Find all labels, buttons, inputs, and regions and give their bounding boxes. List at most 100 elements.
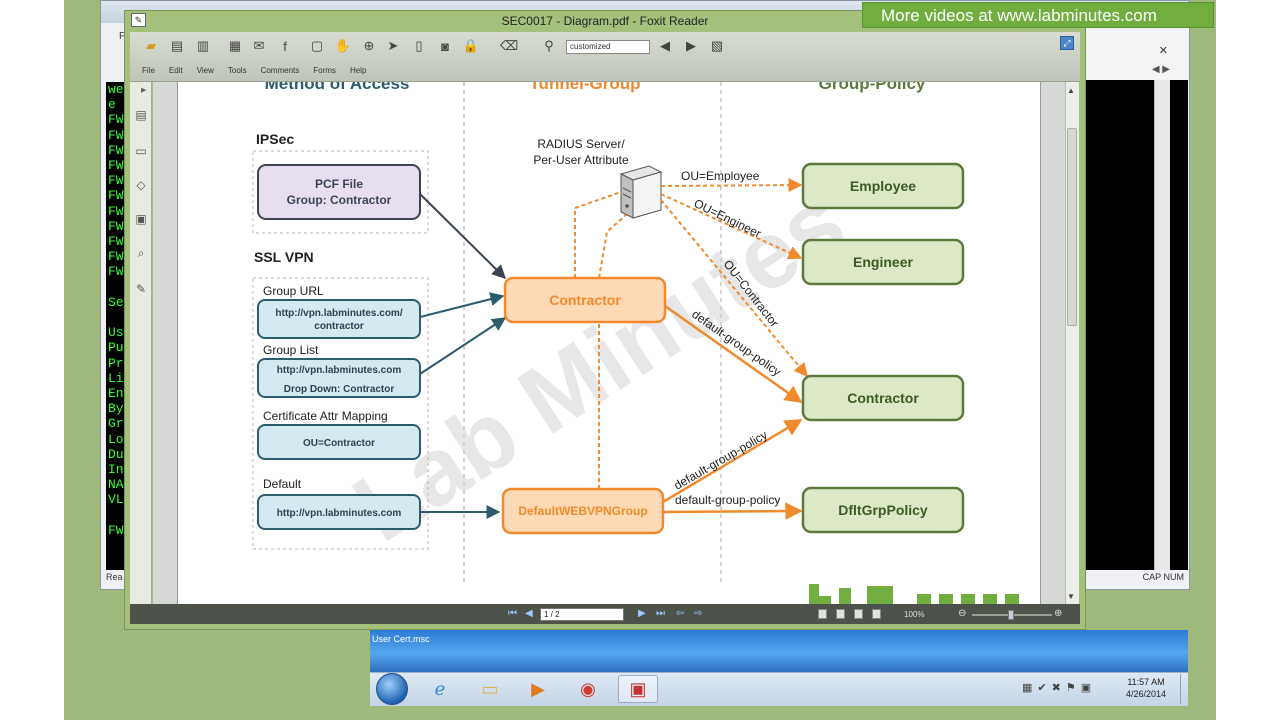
find-icon[interactable]: ⚲ bbox=[540, 37, 558, 55]
ie-icon: ℯ bbox=[434, 679, 446, 699]
start-button[interactable] bbox=[376, 673, 408, 705]
menu-comments[interactable]: Comments bbox=[261, 66, 300, 75]
continuous-facing-icon[interactable] bbox=[872, 609, 881, 619]
group-list-line1: http://vpn.labminutes.com bbox=[277, 365, 402, 376]
menu-bar: File Edit View Tools Comments Forms Help bbox=[142, 66, 366, 75]
cert-mapping-value: OU=Contractor bbox=[303, 438, 375, 449]
save-icon[interactable]: ▤ bbox=[168, 37, 186, 55]
lower-window[interactable] bbox=[370, 630, 1188, 672]
group-list-line2: Drop Down: Contractor bbox=[284, 384, 395, 395]
scroll-down-icon[interactable]: ▼ bbox=[1067, 592, 1075, 601]
restore-window-icon[interactable]: ⤢ bbox=[1060, 36, 1074, 50]
zoom-out-icon[interactable]: ⊖ bbox=[958, 608, 966, 619]
zoom-in-icon[interactable]: ⊕ bbox=[1054, 608, 1062, 619]
navigation-pane bbox=[130, 82, 152, 604]
menu-help[interactable]: Help bbox=[350, 66, 366, 75]
screen-icon[interactable]: ▢ bbox=[308, 37, 326, 55]
menu-view[interactable]: View bbox=[197, 66, 214, 75]
taskbar-toolbox-button[interactable]: ▣ bbox=[618, 675, 658, 703]
comments-icon[interactable]: ▣ bbox=[134, 212, 148, 226]
previous-view-icon[interactable]: ◀ bbox=[656, 37, 674, 55]
taskbar-ie-button[interactable]: ℯ bbox=[420, 675, 460, 703]
previous-page-icon[interactable]: ◀ bbox=[525, 608, 533, 619]
zoom-slider-knob[interactable] bbox=[1008, 610, 1014, 620]
taskbar-media-button[interactable]: ▶ bbox=[518, 675, 558, 703]
policy-dflt-label: DfltGrpPolicy bbox=[838, 502, 928, 518]
menu-edit[interactable]: Edit bbox=[169, 66, 183, 75]
print-preview-icon[interactable]: ▥ bbox=[194, 37, 212, 55]
header-tunnel-group: Tunnel-Group bbox=[529, 82, 640, 93]
tunnel-group-default-label: DefaultWEBVPNGroup bbox=[518, 504, 647, 518]
default-dgp-dflt-arrow bbox=[662, 502, 803, 520]
last-page-icon[interactable]: ⏭ bbox=[656, 608, 665, 619]
document-properties-icon[interactable]: ▧ bbox=[708, 37, 726, 55]
default-label: Default bbox=[263, 477, 302, 491]
forward-arrow-icon[interactable]: ⇨ bbox=[694, 608, 702, 619]
chrome-icon: ◉ bbox=[580, 679, 596, 699]
network-diagram: Method of Access Tunnel-Group Group-Poli… bbox=[252, 82, 1019, 604]
select-arrow-icon[interactable]: ➤ bbox=[384, 37, 402, 55]
eraser-icon[interactable]: ⌫ bbox=[500, 37, 518, 55]
zoom-input[interactable]: customized bbox=[566, 40, 650, 54]
group-list-label: Group List bbox=[263, 343, 319, 357]
print-icon[interactable]: ▦ bbox=[226, 37, 244, 55]
header-group-policy: Group-Policy bbox=[819, 82, 926, 93]
sslvpn-heading: SSL VPN bbox=[254, 249, 314, 265]
menu-tools[interactable]: Tools bbox=[228, 66, 247, 75]
next-page-icon[interactable]: ▶ bbox=[638, 608, 646, 619]
hand-tool-icon[interactable]: ✋ bbox=[334, 37, 352, 55]
text-select-icon[interactable]: ▯ bbox=[410, 37, 428, 55]
promo-banner: More videos at www.labminutes.com bbox=[862, 2, 1214, 28]
scroll-up-icon[interactable]: ▲ bbox=[1067, 86, 1075, 95]
ou-employee-label: OU=Employee bbox=[681, 169, 760, 183]
background-window-toolbar: ✕ ◀ ▶ bbox=[1084, 30, 1188, 80]
page-number-input[interactable]: 1 / 2 bbox=[540, 608, 624, 621]
group-url-box bbox=[257, 299, 421, 339]
folder-icon: ▭ bbox=[481, 679, 499, 699]
facebook-icon[interactable]: f bbox=[276, 37, 294, 55]
group-url-line2: contractor bbox=[314, 321, 364, 332]
contractor-radius-link bbox=[574, 191, 622, 278]
nav-arrows-icon[interactable]: ◀ ▶ bbox=[1152, 64, 1170, 75]
single-page-icon[interactable] bbox=[818, 609, 827, 619]
radius-label-line2: Per-User Attribute bbox=[533, 153, 629, 167]
scrollbar-thumb[interactable] bbox=[1067, 128, 1077, 326]
bookmarks-icon[interactable]: ▤ bbox=[134, 108, 148, 122]
first-page-icon[interactable]: ⏮ bbox=[508, 608, 517, 619]
clock-time: 11:57 AM bbox=[1127, 677, 1165, 687]
show-desktop-button[interactable] bbox=[1180, 674, 1187, 704]
lock-icon[interactable]: 🔒 bbox=[462, 37, 480, 55]
back-arrow-icon[interactable]: ⇦ bbox=[676, 608, 684, 619]
default-url-value: http://vpn.labminutes.com bbox=[277, 508, 402, 519]
menu-forms[interactable]: Forms bbox=[313, 66, 336, 75]
expand-pane-icon[interactable]: ▶ bbox=[141, 86, 146, 94]
email-icon[interactable]: ✉ bbox=[250, 37, 268, 55]
attachments-icon[interactable]: ⌕ bbox=[134, 246, 148, 260]
toolbox-icon: ▣ bbox=[629, 679, 647, 699]
pages-icon[interactable]: ▭ bbox=[134, 144, 148, 158]
continuous-page-icon[interactable] bbox=[836, 609, 845, 619]
open-folder-icon[interactable]: ▰ bbox=[142, 37, 160, 55]
taskbar-clock[interactable]: 11:57 AM 4/26/2014 bbox=[1118, 676, 1174, 700]
next-view-icon[interactable]: ▶ bbox=[682, 37, 700, 55]
facing-page-icon[interactable] bbox=[854, 609, 863, 619]
system-tray-icons[interactable]: ▦✔✖⚑▣ bbox=[1022, 681, 1096, 694]
group-url-label: Group URL bbox=[263, 284, 324, 298]
zoom-percent: 100% bbox=[904, 610, 925, 619]
signature-icon[interactable]: ✎ bbox=[134, 282, 148, 296]
close-icon[interactable]: ✕ bbox=[1159, 44, 1168, 57]
keyboard-status: CAP NUM bbox=[1084, 570, 1188, 586]
lab-minutes-logo bbox=[809, 584, 1019, 604]
taskbar-chrome-button[interactable]: ◉ bbox=[568, 675, 608, 703]
menu-file[interactable]: File bbox=[142, 66, 155, 75]
layers-icon[interactable]: ◇ bbox=[134, 178, 148, 192]
terminal-right-panel bbox=[1084, 80, 1188, 570]
taskbar-explorer-button[interactable]: ▭ bbox=[470, 675, 510, 703]
snapshot-icon[interactable]: ◙ bbox=[436, 37, 454, 55]
group-url-line1: http://vpn.labminutes.com/ bbox=[275, 308, 402, 319]
cert-mapping-label: Certificate Attr Mapping bbox=[263, 409, 388, 423]
terminal-scrollbar[interactable] bbox=[1154, 80, 1170, 570]
zoom-tool-icon[interactable]: ⊕ bbox=[360, 37, 378, 55]
pcf-file-box bbox=[257, 164, 421, 220]
server-icon bbox=[619, 165, 663, 219]
